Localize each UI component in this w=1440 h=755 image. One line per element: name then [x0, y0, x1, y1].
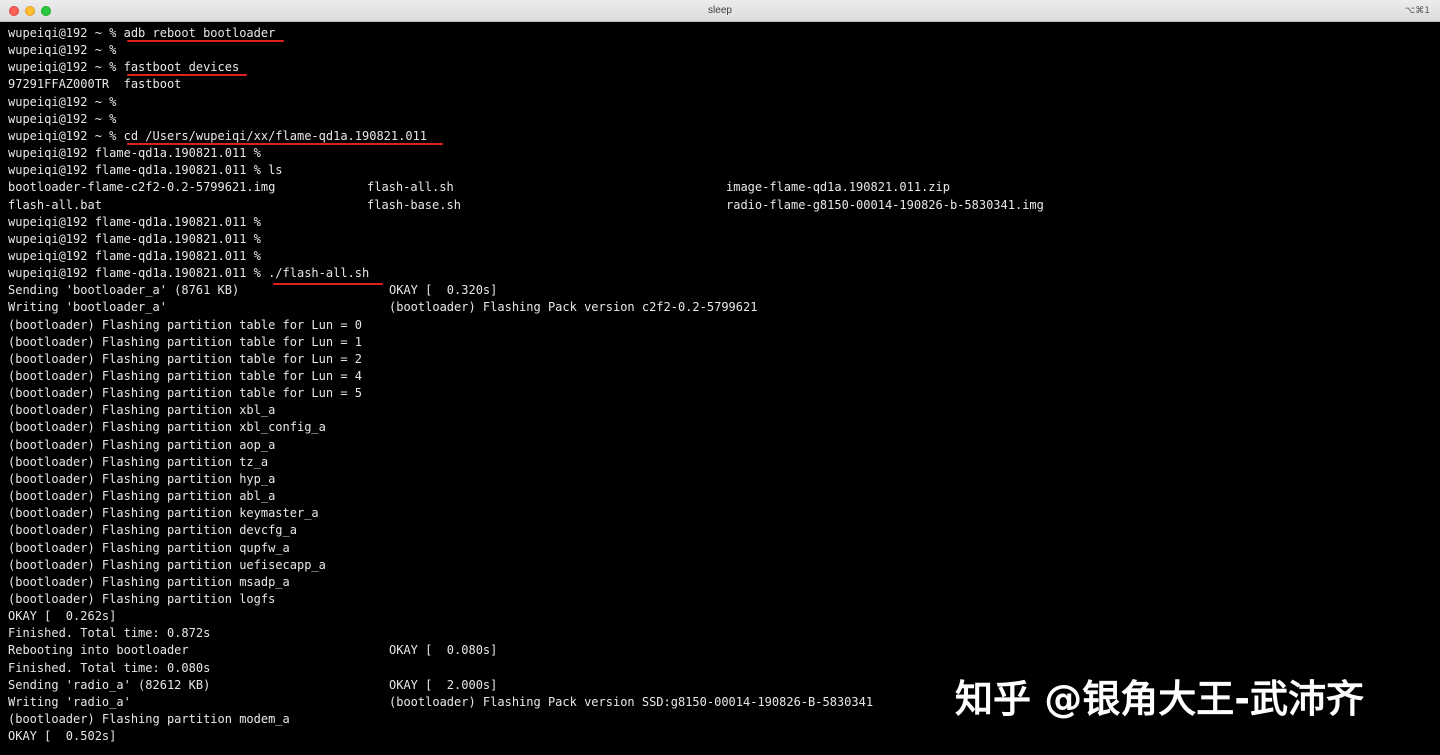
terminal-text: (bootloader) Flashing partition modem_a: [8, 712, 290, 726]
terminal-text: OKAY [ 0.320s]: [389, 283, 498, 298]
terminal-text: wupeiqi@192 flame-qd1a.190821.011 %: [8, 146, 261, 161]
terminal-text: wupeiqi@192 flame-qd1a.190821.011 %: [8, 214, 261, 229]
terminal-text: (bootloader) Flashing partition keymaste…: [8, 506, 319, 521]
terminal-text: (bootloader) Flashing partition devcfg_a: [8, 523, 297, 538]
terminal-text: (bootloader) Flashing partition abl_a: [8, 489, 276, 504]
terminal-text: (bootloader) Flashing partition xbl_conf…: [8, 420, 326, 435]
terminal-text: Sending 'bootloader_a' (8761 KB): [8, 283, 240, 298]
terminal-text: wupeiqi@192 ~ %: [8, 111, 117, 126]
terminal-text: Writing 'bootloader_a': [8, 300, 167, 315]
terminal-text: flash-base.sh: [367, 197, 461, 212]
terminal-text: (bootloader) Flashing partition table fo…: [8, 369, 363, 383]
title-bar[interactable]: sleep ⌥⌘1: [0, 0, 1440, 22]
terminal-window: sleep ⌥⌘1 wupeiqi@192 ~ % adb reboot boo…: [0, 0, 1440, 755]
terminal-text: OKAY [ 0.262s]: [8, 609, 117, 624]
terminal-text: OKAY [ 0.080s]: [389, 643, 498, 658]
terminal-text: (bootloader) Flashing partition aop_a: [8, 437, 276, 452]
terminal-text: (bootloader) Flashing partition msadp_a: [8, 574, 290, 589]
terminal-text: OKAY [ 0.502s]: [8, 729, 117, 744]
terminal-text: (bootloader) Flashing partition table fo…: [8, 351, 363, 366]
terminal-text: Sending 'radio_a' (82612 KB): [8, 677, 211, 692]
terminal-text: wupeiqi@192 flame-qd1a.190821.011 % ./fl…: [8, 266, 370, 281]
annotation-underline-flash-all: [273, 283, 383, 285]
window-shortcut-label: ⌥⌘1: [1404, 6, 1430, 16]
zhihu-watermark: 知乎 @银角大王-武沛齐: [955, 677, 1365, 721]
terminal-output[interactable]: wupeiqi@192 ~ % adb reboot bootloader wup…: [8, 25, 1440, 755]
terminal-text: (bootloader) Flashing partition logfs: [8, 591, 276, 606]
terminal-text: image-flame-qd1a.190821.011.zip: [726, 180, 950, 195]
terminal-text: radio-flame-g8150-00014-190826-b-5830341…: [726, 197, 1044, 212]
terminal-text: Finished. Total time: 0.872s: [8, 626, 211, 641]
terminal-text: wupeiqi@192 flame-qd1a.190821.011 %: [8, 231, 261, 246]
terminal-text: wupeiqi@192 flame-qd1a.190821.011 %: [8, 248, 261, 263]
annotation-underline-fastboot-devices: [127, 74, 247, 76]
terminal-text: (bootloader) Flashing Pack version SSD:g…: [389, 694, 874, 709]
terminal-text: flash-all.bat: [8, 197, 102, 212]
terminal-text: (bootloader) Flashing partition tz_a: [8, 454, 269, 469]
terminal-text: (bootloader) Flashing partition table fo…: [8, 334, 363, 349]
terminal-text: (bootloader) Flashing partition table fo…: [8, 386, 363, 401]
terminal-text: wupeiqi@192 ~ %: [8, 94, 117, 109]
annotation-underline-adb-reboot: [127, 40, 284, 42]
terminal-text: (bootloader) Flashing Pack version c2f2-…: [389, 300, 758, 315]
terminal-text: wupeiqi@192 flame-qd1a.190821.011 % ls: [8, 163, 283, 178]
terminal-text: Finished. Total time: 0.080s: [8, 660, 211, 675]
terminal-text: wupeiqi@192 ~ %: [8, 43, 117, 58]
terminal-text: (bootloader) Flashing partition xbl_a: [8, 403, 276, 418]
window-title: sleep: [708, 5, 732, 16]
terminal-text: OKAY [ 2.000s]: [389, 677, 498, 692]
terminal-text: (bootloader) Flashing partition uefiseca…: [8, 557, 326, 572]
terminal-text: bootloader-flame-c2f2-0.2-5799621.img: [8, 180, 276, 195]
terminal-text: (bootloader) Flashing partition hyp_a: [8, 471, 276, 486]
terminal-text: (bootloader) Flashing partition table fo…: [8, 317, 363, 332]
terminal-text: 97291FFAZ000TR fastboot: [8, 77, 182, 92]
terminal-text: Writing 'radio_a': [8, 694, 131, 709]
terminal-text: flash-all.sh: [367, 180, 454, 195]
terminal-text: (bootloader) Flashing partition qupfw_a: [8, 540, 290, 555]
terminal-text: Rebooting into bootloader: [8, 643, 189, 658]
annotation-underline-cd-path: [127, 143, 443, 145]
